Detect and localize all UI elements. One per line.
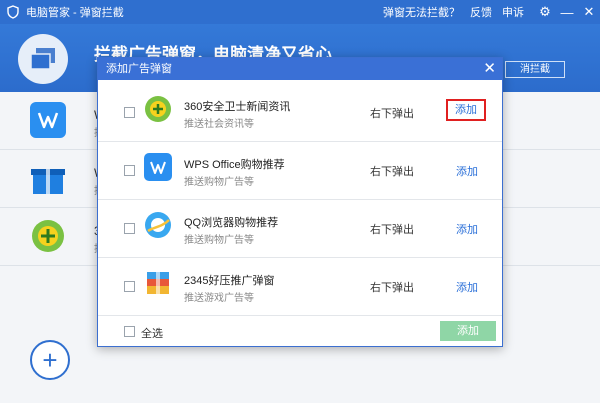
row-checkbox[interactable] — [124, 223, 135, 234]
add-button[interactable]: 添加 — [456, 221, 478, 237]
add-button[interactable]: 添加 — [456, 163, 478, 179]
row-desc: 推送游戏广告等 — [184, 293, 254, 304]
row-name: WPS Office购物推荐 — [184, 159, 285, 171]
row-name: QQ浏览器购物推荐 — [184, 217, 279, 229]
shield-icon — [7, 5, 19, 19]
haozip-icon — [147, 272, 169, 294]
row-checkbox[interactable] — [124, 107, 135, 118]
table-row: QQ浏览器购物推荐 推送购物广告等 右下弹出 添加 — [98, 200, 502, 258]
unblock-button[interactable]: 消拦截 — [505, 61, 565, 78]
row-name: 2345好压推广弹窗 — [184, 275, 275, 287]
row-desc: 推送社会资讯等 — [184, 119, 254, 130]
close-icon[interactable]: ✕ — [578, 0, 600, 24]
row-position: 右下弹出 — [370, 224, 414, 236]
gear-icon[interactable]: ⚙ — [534, 0, 556, 24]
gift-box-icon — [31, 169, 65, 194]
appeal-link[interactable]: 申诉 — [502, 4, 524, 20]
title-bar: 电脑管家 - 弹窗拦截 弹窗无法拦截？ 反馈 申诉 ⚙ — ✕ — [0, 0, 600, 24]
row-position: 右下弹出 — [370, 282, 414, 294]
wps-office-icon — [144, 153, 172, 181]
add-popup-dialog: 添加广告弹窗 ✕ 360安全卫士新闻资讯 推送社会资讯等 右下弹出 添加 WPS… — [97, 57, 503, 347]
add-button[interactable]: 添加 — [446, 99, 486, 121]
360-safe-icon — [145, 96, 171, 122]
wps-office-icon — [30, 102, 66, 138]
table-row: WPS Office购物推荐 推送购物广告等 右下弹出 添加 — [98, 142, 502, 200]
select-all-checkbox[interactable] — [124, 326, 135, 337]
row-desc: 推送购物广告等 — [184, 235, 254, 246]
feedback-link[interactable]: 反馈 — [470, 4, 492, 20]
row-position: 右下弹出 — [370, 108, 414, 120]
add-button[interactable]: 添加 — [456, 279, 478, 295]
select-all-label: 全选 — [141, 328, 163, 340]
360-safe-icon — [32, 220, 64, 252]
row-desc: 推送购物广告等 — [184, 177, 254, 188]
row-position: 右下弹出 — [370, 166, 414, 178]
add-selected-button[interactable]: 添加 — [440, 321, 496, 341]
popup-block-icon — [18, 34, 68, 84]
row-checkbox[interactable] — [124, 165, 135, 176]
table-row: 2345好压推广弹窗 推送游戏广告等 右下弹出 添加 — [98, 258, 502, 316]
row-name: 360安全卫士新闻资讯 — [184, 101, 291, 113]
title-bar-actions: 弹窗无法拦截？ 反馈 申诉 ⚙ — ✕ — [383, 0, 600, 24]
qq-browser-icon — [145, 212, 171, 238]
dialog-footer: 全选 添加 — [98, 318, 502, 346]
minimize-icon[interactable]: — — [556, 0, 578, 24]
window-title: 电脑管家 - 弹窗拦截 — [26, 7, 124, 19]
add-popup-button[interactable]: + — [30, 340, 70, 380]
close-icon[interactable]: ✕ — [483, 59, 496, 79]
row-checkbox[interactable] — [124, 281, 135, 292]
table-row: 360安全卫士新闻资讯 推送社会资讯等 右下弹出 添加 — [98, 84, 502, 142]
cannot-block-link[interactable]: 弹窗无法拦截？ — [383, 4, 460, 20]
dialog-title: 添加广告弹窗 — [98, 58, 502, 80]
